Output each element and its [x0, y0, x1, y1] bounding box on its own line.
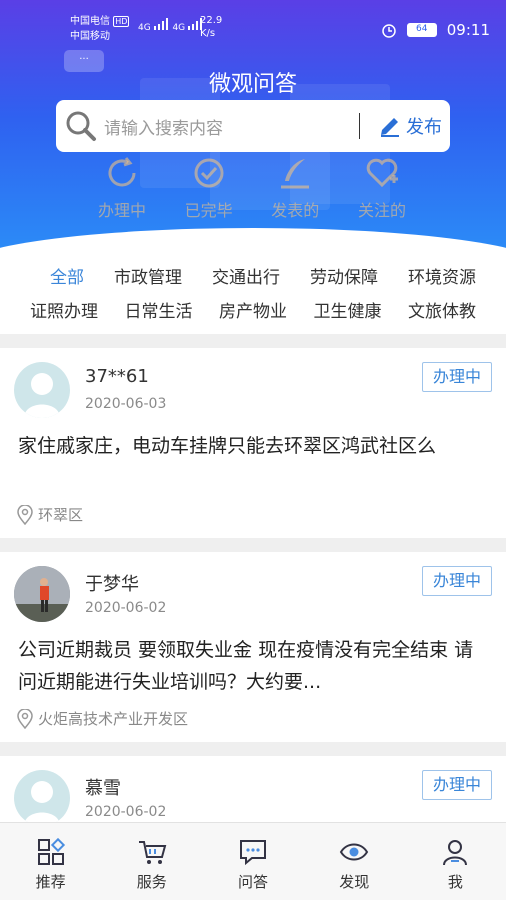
avatar: [14, 770, 70, 826]
bottom-tab-bar: 推荐 服务 问答 发现 我: [0, 822, 506, 900]
tab-label: 我: [447, 873, 463, 891]
user-name: 慕雪: [85, 778, 121, 799]
category-municipal[interactable]: 市政管理: [114, 263, 182, 288]
category-daily-life[interactable]: 日常生活: [125, 297, 193, 322]
quick-actions: 办理中 已完毕 发表的 关注的: [82, 155, 422, 221]
quick-action-processing[interactable]: 办理中: [82, 155, 162, 221]
user-icon: [443, 840, 468, 866]
location-pin-icon: [17, 504, 33, 525]
signal-1-label: 4G: [138, 23, 151, 33]
signal-bars-icon: [153, 18, 168, 30]
avatar: [14, 566, 70, 622]
speed-value: 22.9: [200, 15, 223, 26]
alarm-icon: [382, 24, 396, 38]
default-avatar-icon: [24, 781, 60, 826]
location-label: 环翠区: [38, 506, 84, 524]
question-card[interactable]: 于梦华 2020-06-02 办理中 公司近期裁员 要领取失业金 现在疫情没有完…: [0, 552, 506, 742]
clock-time: 09:11: [446, 21, 490, 39]
check-circle-icon: [194, 158, 224, 188]
avatar: [14, 362, 70, 418]
location-label: 火炬高技术产业开发区: [38, 710, 189, 728]
hd-badge: HD: [113, 16, 130, 27]
tab-label: 问答: [238, 873, 269, 891]
signal-icons: 4G 4G: [138, 18, 204, 33]
tab-label: 发现: [339, 873, 370, 891]
category-row: 全部 市政管理 交通出行 劳动保障 环境资源: [0, 258, 506, 292]
category-all[interactable]: 全部: [50, 263, 84, 288]
grid-icon: [37, 837, 65, 865]
tab-discover[interactable]: 发现: [304, 823, 405, 900]
post-date: 2020-06-03: [85, 396, 167, 412]
category-health[interactable]: 卫生健康: [314, 297, 382, 322]
question-text[interactable]: 公司近期裁员 要领取失业金 现在疫情没有完全结束 请问近期能进行失业培训吗？大约…: [18, 634, 492, 698]
quick-action-posted[interactable]: 发表的: [255, 155, 335, 221]
header-wave: [0, 228, 506, 260]
speed-unit: K/s: [200, 28, 216, 39]
category-culture[interactable]: 文旅体教: [408, 297, 476, 322]
publish-button[interactable]: 发布: [378, 113, 442, 139]
quick-action-label: 关注的: [357, 201, 406, 220]
eye-icon: [340, 843, 369, 861]
feather-pen-icon: [281, 159, 310, 189]
search-input[interactable]: 请输入搜索内容: [104, 114, 359, 139]
heart-plus-icon: [366, 158, 398, 188]
cart-icon: [138, 841, 167, 864]
refresh-icon: [108, 157, 136, 187]
user-name: 37**61: [85, 366, 149, 387]
question-text[interactable]: 家住戚家庄，电动车挂牌只能去环翠区鸿武社区么: [18, 430, 492, 462]
location: 火炬高技术产业开发区: [16, 708, 188, 729]
status-badge: 办理中: [421, 566, 492, 596]
category-row: 证照办理 日常生活 房产物业 卫生健康 文旅体教: [0, 292, 506, 326]
category-environment[interactable]: 环境资源: [408, 263, 476, 288]
default-avatar-icon: [24, 373, 60, 418]
quick-action-label: 已完毕: [184, 201, 233, 220]
tab-service[interactable]: 服务: [101, 823, 202, 900]
location-pin-icon: [17, 708, 33, 729]
category-property[interactable]: 房产物业: [219, 297, 287, 322]
quick-action-label: 办理中: [97, 201, 146, 220]
post-date: 2020-06-02: [85, 600, 167, 616]
tab-me[interactable]: 我: [405, 823, 506, 900]
search-divider: [358, 113, 360, 139]
search-bar[interactable]: 请输入搜索内容 发布: [56, 100, 450, 152]
tab-label: 推荐: [35, 873, 66, 891]
battery-icon: 64: [406, 23, 437, 37]
question-card[interactable]: 37**61 2020-06-03 办理中 家住戚家庄，电动车挂牌只能去环翠区鸿…: [0, 348, 506, 538]
quick-action-finished[interactable]: 已完毕: [169, 155, 249, 221]
publish-label: 发布: [406, 117, 442, 138]
tab-label: 服务: [136, 873, 167, 891]
post-date: 2020-06-02: [85, 804, 167, 820]
category-license[interactable]: 证照办理: [30, 297, 98, 322]
page-title: 微观问答: [208, 72, 297, 97]
tab-recommend[interactable]: 推荐: [0, 823, 101, 900]
network-speed: 22.9 K/s: [200, 14, 222, 40]
status-badge: 办理中: [421, 770, 492, 800]
signal-2-label: 4G: [172, 23, 186, 33]
photo-avatar-icon: [14, 566, 70, 622]
chat-icon: [240, 840, 266, 866]
category-labor[interactable]: 劳动保障: [310, 263, 378, 288]
tab-qa[interactable]: 问答: [202, 823, 303, 900]
quick-action-label: 发表的: [271, 201, 320, 220]
carrier-2: 中国移动: [70, 31, 110, 42]
carrier-info: 中国电信 HD 中国移动: [70, 14, 130, 44]
category-filter: 全部 市政管理 交通出行 劳动保障 环境资源 证照办理 日常生活 房产物业 卫生…: [0, 258, 506, 334]
status-bar: 中国电信 HD 中国移动 4G 4G 22.9 K/s 64 09:11: [0, 0, 506, 50]
category-traffic[interactable]: 交通出行: [212, 263, 280, 288]
user-name: 于梦华: [85, 574, 139, 595]
location: 环翠区: [16, 504, 83, 525]
pencil-icon: [381, 118, 399, 137]
question-feed: 37**61 2020-06-03 办理中 家住戚家庄，电动车挂牌只能去环翠区鸿…: [0, 348, 506, 890]
status-badge: 办理中: [421, 362, 492, 392]
carrier-1: 中国电信: [70, 16, 110, 27]
quick-action-followed[interactable]: 关注的: [342, 155, 422, 221]
status-right: 64 09:11: [381, 21, 490, 39]
search-icon: [66, 111, 96, 141]
